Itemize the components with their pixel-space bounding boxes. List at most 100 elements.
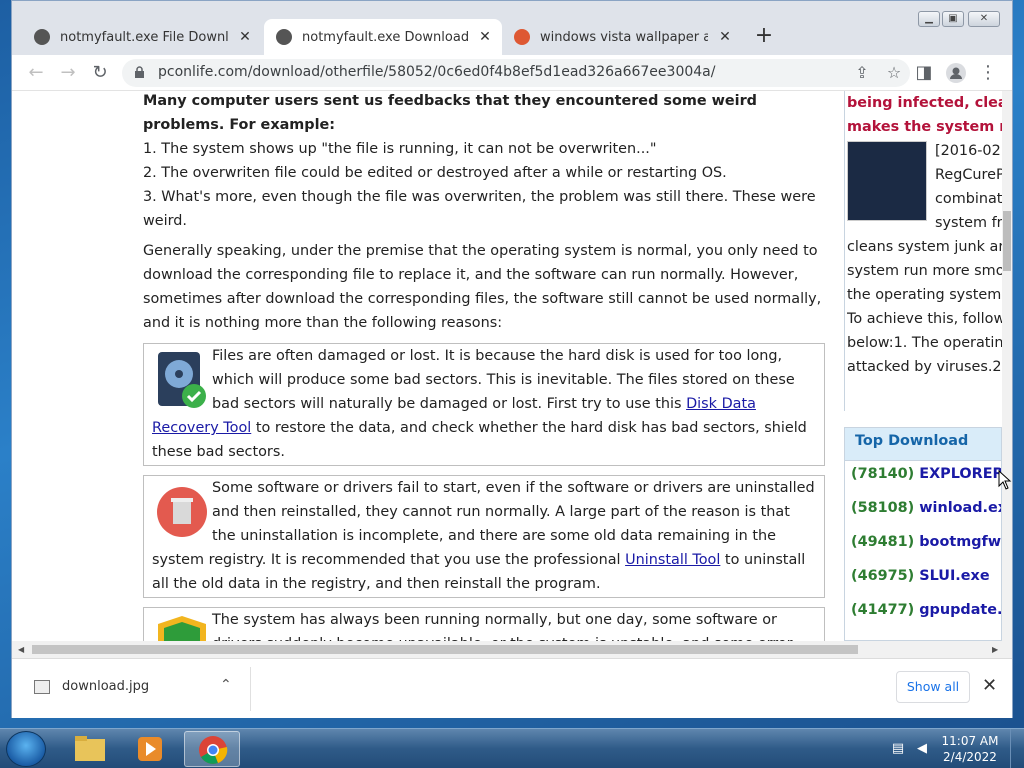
- sidebar: being infected, cleans makes the system …: [844, 91, 1002, 411]
- folder-icon: [75, 736, 105, 761]
- network-icon[interactable]: ▤: [890, 741, 906, 757]
- list-item[interactable]: (58108) winload.exe: [845, 495, 1001, 529]
- reason-text: The system has always been running norma…: [212, 612, 793, 641]
- tab-file-download[interactable]: notmyfault.exe File Download & Fix ✕: [22, 19, 262, 55]
- close-icon[interactable]: ✕: [982, 675, 997, 696]
- url-text: pconlife.com/download/otherfile/58052/0c…: [158, 64, 716, 80]
- show-desktop-button[interactable]: [1010, 729, 1024, 768]
- download-filename: download.jpg: [62, 679, 150, 694]
- top-download-panel: Top Download (78140) EXPLORER.EXE (58108…: [844, 427, 1002, 641]
- reason-text: Files are often damaged or lost. It is b…: [152, 344, 816, 464]
- sidebar-line: the operating system: [847, 287, 1002, 303]
- sidebar-red-line: makes the system run: [847, 119, 1002, 135]
- download-item[interactable]: download.jpg: [34, 679, 149, 694]
- chrome-icon: [199, 736, 228, 764]
- close-window-button[interactable]: ✕: [968, 11, 1000, 27]
- reload-button[interactable]: ↻: [88, 61, 112, 85]
- trash-icon: [157, 487, 207, 537]
- tab-download-fix[interactable]: notmyfault.exe Download & Fix F ✕: [264, 19, 502, 55]
- image-file-icon: [34, 679, 50, 694]
- maximize-button[interactable]: ▣: [942, 11, 964, 27]
- duckduckgo-icon: [514, 29, 530, 45]
- general-paragraph: Generally speaking, under the premise th…: [143, 243, 822, 331]
- profile-avatar[interactable]: [944, 61, 968, 85]
- uninstall-tool-link[interactable]: Uninstall Tool: [625, 552, 720, 568]
- download-count: (58108): [851, 500, 915, 516]
- mouse-cursor-icon: [998, 470, 1012, 490]
- scroll-right-arrow-icon[interactable]: ▶: [992, 645, 998, 654]
- toolbar: ← → ↻ pconlife.com/download/otherfile/58…: [12, 55, 1012, 91]
- tab-title: windows vista wallpaper at DuckDuckGo: [540, 29, 708, 45]
- sidebar-line: system run more smo: [847, 263, 1002, 279]
- clock-date: 2/4/2022: [943, 750, 997, 764]
- problem-1: 1. The system shows up "the file is runn…: [143, 141, 657, 157]
- new-tab-button[interactable]: +: [752, 25, 776, 49]
- sidebar-line: cleans system junk ar: [847, 239, 1002, 255]
- close-icon[interactable]: ✕: [236, 28, 254, 46]
- download-name: bootmgfw.efi: [919, 534, 1001, 550]
- page-viewport: Many computer users sent us feedbacks th…: [12, 91, 1002, 641]
- vertical-scroll-thumb[interactable]: [1003, 211, 1011, 271]
- media-player-icon: [138, 737, 162, 761]
- start-button[interactable]: [6, 731, 46, 767]
- globe-icon: [34, 29, 50, 45]
- menu-kebab-icon[interactable]: ⋮: [976, 61, 1000, 85]
- side-panel-icon[interactable]: ◨: [912, 61, 936, 85]
- horizontal-scroll-thumb[interactable]: [32, 645, 858, 654]
- tab-strip: notmyfault.exe File Download & Fix ✕ not…: [12, 1, 1012, 55]
- list-item[interactable]: (78140) EXPLORER.EXE: [845, 461, 1001, 495]
- minimize-button[interactable]: ▁: [918, 11, 940, 27]
- article: Many computer users sent us feedbacks th…: [143, 91, 825, 641]
- bookmark-star-icon[interactable]: ☆: [882, 61, 906, 85]
- explorer-taskbar-icon[interactable]: [62, 731, 118, 767]
- divider: [250, 667, 251, 711]
- download-count: (46975): [851, 568, 915, 584]
- chevron-up-icon[interactable]: ⌃: [220, 677, 232, 693]
- sidebar-date: [2016-02: [935, 143, 1001, 159]
- list-item[interactable]: (46975) SLUI.exe: [845, 563, 1001, 597]
- download-shelf: download.jpg ⌃ Show all ✕: [12, 658, 1012, 718]
- back-button[interactable]: ←: [24, 61, 48, 85]
- list-item[interactable]: (49481) bootmgfw.efi: [845, 529, 1001, 563]
- chrome-taskbar-icon[interactable]: [184, 731, 240, 767]
- regcure-screenshot[interactable]: [847, 141, 927, 221]
- sidebar-line: attacked by viruses.2.: [847, 359, 1002, 375]
- address-bar[interactable]: pconlife.com/download/otherfile/58052/0c…: [122, 59, 910, 87]
- sidebar-line: RegCureP: [935, 167, 1002, 183]
- share-icon[interactable]: ⇪: [850, 61, 874, 85]
- vertical-scrollbar[interactable]: [1002, 91, 1012, 641]
- volume-icon[interactable]: ◀: [914, 741, 930, 757]
- close-icon[interactable]: ✕: [476, 28, 494, 46]
- horizontal-scrollbar[interactable]: ◀ ▶: [12, 641, 1012, 658]
- sidebar-line: combinat: [935, 191, 1002, 207]
- download-name: SLUI.exe: [919, 568, 990, 584]
- lock-icon: [135, 66, 144, 78]
- tab-title: notmyfault.exe Download & Fix F: [302, 29, 470, 45]
- taskbar: ▤ ◀ 11:07 AM 2/4/2022: [0, 728, 1024, 768]
- clock-time: 11:07 AM: [941, 734, 999, 748]
- close-icon[interactable]: ✕: [716, 28, 734, 46]
- download-count: (49481): [851, 534, 915, 550]
- top-download-title: Top Download: [845, 428, 1001, 461]
- tab-title: notmyfault.exe File Download & Fix: [60, 29, 228, 45]
- reason-text: Some software or drivers fail to start, …: [152, 476, 816, 596]
- clock[interactable]: 11:07 AM 2/4/2022: [938, 733, 1002, 765]
- intro-heading: Many computer users sent us feedbacks th…: [143, 93, 757, 133]
- browser-window: notmyfault.exe File Download & Fix ✕ not…: [11, 0, 1013, 718]
- sidebar-line: system fr: [935, 215, 1002, 231]
- globe-icon: [276, 29, 292, 45]
- sidebar-article: being infected, cleans makes the system …: [844, 91, 1002, 411]
- sidebar-line: To achieve this, follow: [847, 311, 1002, 327]
- scroll-left-arrow-icon[interactable]: ◀: [18, 645, 24, 654]
- tab-duckduckgo[interactable]: windows vista wallpaper at DuckDuckGo ✕: [502, 19, 742, 55]
- forward-button[interactable]: →: [56, 61, 80, 85]
- sidebar-line: below:1. The operatin: [847, 335, 1002, 351]
- reason-box-disk: Files are often damaged or lost. It is b…: [143, 343, 825, 466]
- avatar: [946, 63, 966, 83]
- show-all-button[interactable]: Show all: [896, 671, 970, 703]
- reason-box-virus: The system has always been running norma…: [143, 607, 825, 641]
- download-name: gpupdate.exe: [919, 602, 1001, 618]
- media-player-taskbar-icon[interactable]: [122, 731, 178, 767]
- list-item[interactable]: (41477) gpupdate.exe: [845, 597, 1001, 631]
- problem-3: 3. What's more, even though the file was…: [143, 189, 816, 229]
